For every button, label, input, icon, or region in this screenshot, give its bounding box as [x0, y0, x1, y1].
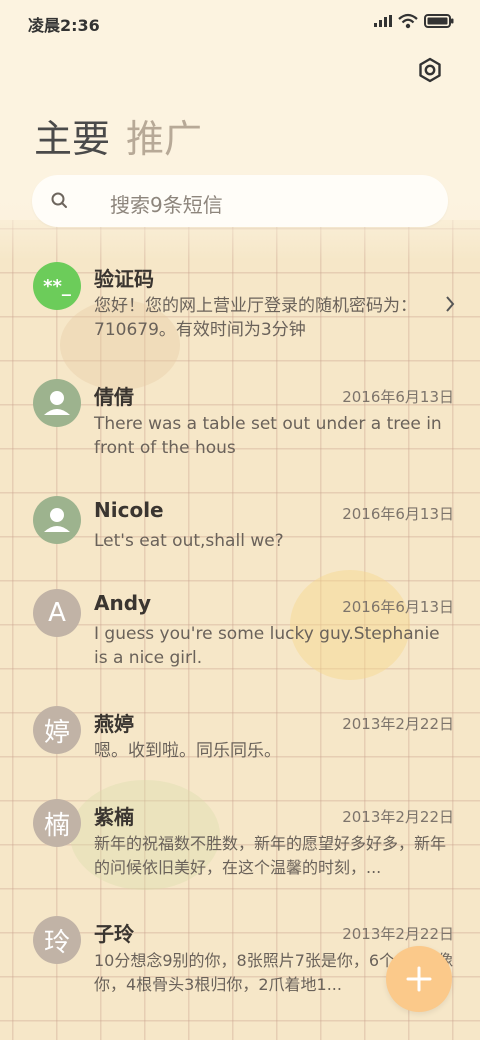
contact-name: Andy: [94, 591, 152, 615]
message-preview: 嗯。收到啦。同乐同乐。: [94, 741, 281, 761]
search-placeholder: 搜索9条短信: [110, 193, 223, 217]
message-date: 2013年2月22日: [342, 808, 454, 826]
status-bar: 凌晨2:36: [0, 0, 480, 44]
message-preview: 您好！您的网上营业厅登录的随机密码为：710679。有效时间为3分钟: [94, 296, 417, 340]
message-date: 2016年6月13日: [342, 505, 454, 523]
search-input[interactable]: 搜索9条短信: [32, 175, 448, 227]
message-preview: 新年的祝福数不胜数，新年的愿望好多好多，新年的问候依旧美好，在这个温馨的时刻，.…: [94, 834, 447, 877]
message-date: 2013年2月22日: [342, 925, 454, 943]
settings-icon[interactable]: [416, 56, 444, 84]
avatar-person-icon: [33, 379, 81, 427]
avatar-letter: 楠: [33, 799, 81, 847]
conversation-item[interactable]: 婷 燕婷 2013年2月22日 嗯。收到啦。同乐同乐。: [0, 702, 480, 792]
conversation-item[interactable]: Nicole 2016年6月13日 Let's eat out,shall we…: [0, 492, 480, 582]
message-date: 2013年2月22日: [342, 715, 454, 733]
conversation-item[interactable]: **_ 验证码 您好！您的网上营业厅登录的随机密码为：710679。有效时间为3…: [0, 245, 480, 355]
message-date: 2016年6月13日: [342, 388, 454, 406]
contact-name: 燕婷: [94, 712, 134, 736]
tab-bar: 主要 推广: [34, 108, 202, 163]
tab-main[interactable]: 主要: [34, 117, 110, 161]
new-message-button[interactable]: [386, 946, 452, 1012]
conversation-item[interactable]: 楠 紫楠 2013年2月22日 新年的祝福数不胜数，新年的愿望好多好多，新年的问…: [0, 795, 480, 905]
contact-name: 紫楠: [94, 805, 134, 829]
wifi-icon: [398, 13, 418, 29]
contact-name: Nicole: [94, 498, 164, 522]
avatar-letter: 玲: [33, 916, 81, 964]
contact-name: 验证码: [94, 267, 154, 291]
message-preview: There was a table set out under a tree i…: [94, 414, 442, 458]
message-preview: Let's eat out,shall we?: [94, 531, 284, 551]
chevron-right-icon[interactable]: [444, 295, 456, 313]
tab-promo[interactable]: 推广: [126, 117, 202, 161]
signal-icon: [374, 15, 392, 27]
search-icon: [51, 192, 67, 208]
message-date: 2016年6月13日: [342, 598, 454, 616]
message-preview: I guess you're some lucky guy.Stephanie …: [94, 624, 440, 668]
plus-icon: [406, 966, 432, 992]
battery-icon: [424, 14, 454, 28]
conversation-item[interactable]: 倩倩 2016年6月13日 There was a table set out …: [0, 375, 480, 485]
contact-name: 子玲: [94, 922, 134, 946]
status-time: 凌晨2:36: [28, 16, 100, 35]
avatar-letter: A: [33, 589, 81, 637]
avatar-code: **_: [33, 262, 81, 310]
avatar-person-icon: [33, 496, 81, 544]
avatar-letter: 婷: [33, 706, 81, 754]
conversation-item[interactable]: A Andy 2016年6月13日 I guess you're some lu…: [0, 585, 480, 695]
contact-name: 倩倩: [94, 385, 134, 409]
